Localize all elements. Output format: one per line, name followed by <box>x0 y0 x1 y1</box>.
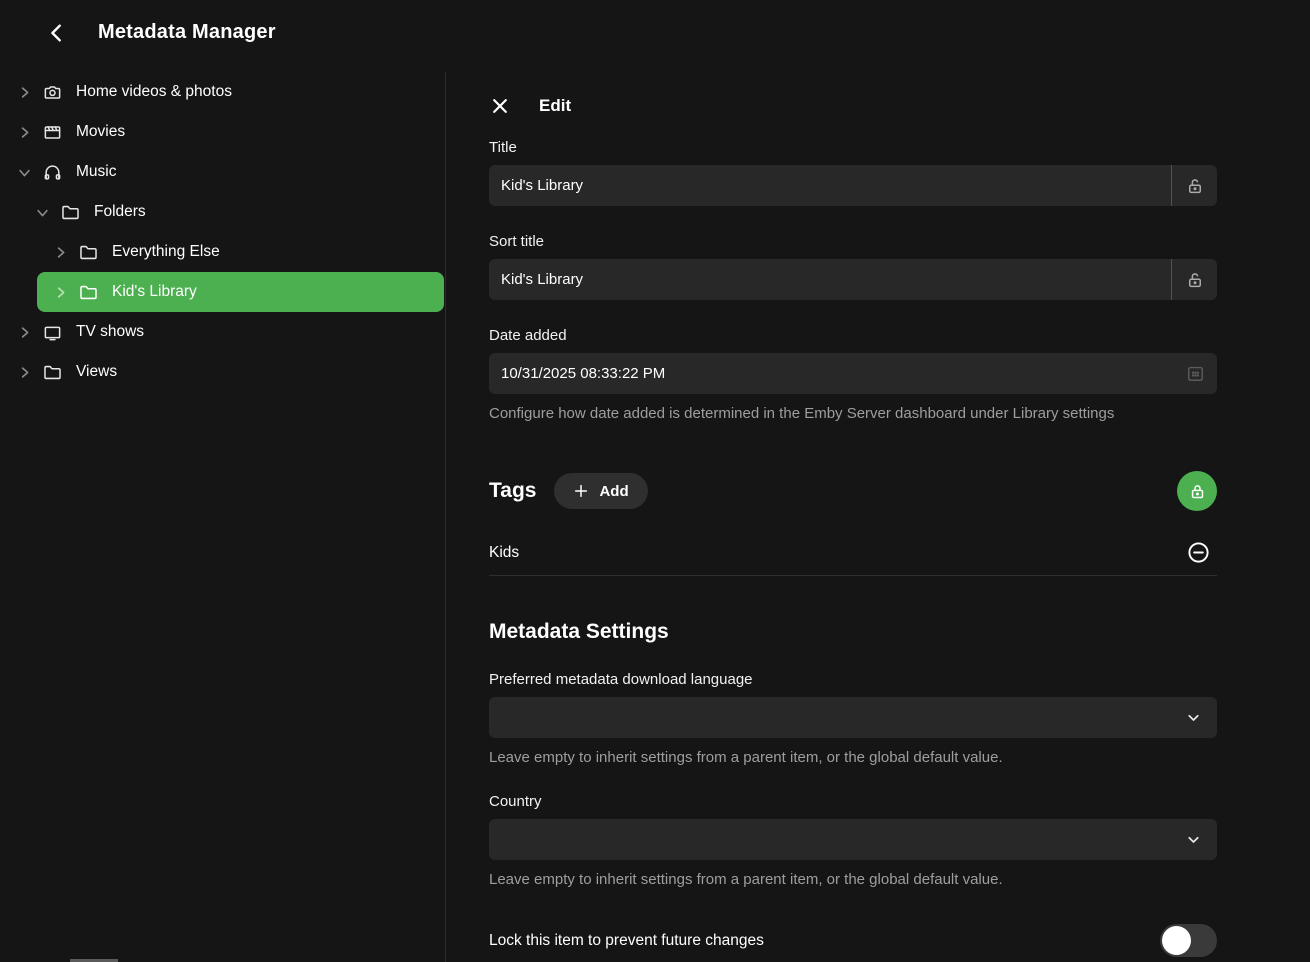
lock-icon <box>1189 483 1206 500</box>
date-added-field-label: Date added <box>489 327 1217 344</box>
plus-icon <box>573 483 589 499</box>
folder-icon <box>79 283 98 302</box>
sidebar-item-label: Music <box>76 163 116 181</box>
close-icon <box>490 96 510 116</box>
country-field-label: Country <box>489 793 1217 810</box>
language-field-label: Preferred metadata download language <box>489 671 1217 688</box>
page-title: Metadata Manager <box>98 21 276 44</box>
edit-panel-title: Edit <box>539 96 571 116</box>
sidebar-item-music[interactable]: Music <box>0 152 445 192</box>
tags-section-header: Tags Add <box>489 471 1217 511</box>
title-input[interactable] <box>489 165 1171 206</box>
title-field-label: Title <box>489 139 1217 156</box>
chevron-left-icon <box>46 22 68 44</box>
sidebar-item-home-videos-photos[interactable]: Home videos & photos <box>0 72 445 112</box>
chevron-right-icon[interactable] <box>16 364 32 380</box>
chevron-right-icon[interactable] <box>16 124 32 140</box>
title-field-group: Title <box>489 139 1217 206</box>
unlock-icon <box>1186 271 1204 289</box>
chevron-right-icon[interactable] <box>16 84 32 100</box>
metadata-settings-heading: Metadata Settings <box>489 620 1217 644</box>
camera-icon <box>43 83 62 102</box>
sidebar-item-movies[interactable]: Movies <box>0 112 445 152</box>
sort-title-field-label: Sort title <box>489 233 1217 250</box>
lock-item-toggle[interactable] <box>1160 924 1217 957</box>
top-header: Metadata Manager <box>0 0 1310 65</box>
sort-title-input-shell <box>489 259 1217 300</box>
language-field-group: Preferred metadata download language Lea… <box>489 671 1217 766</box>
sidebar-item-label: TV shows <box>76 323 144 341</box>
chevron-right-icon[interactable] <box>52 284 68 300</box>
chevron-down-icon <box>1185 831 1202 848</box>
sidebar-item-tv-shows[interactable]: TV shows <box>0 312 445 352</box>
country-field-group: Country Leave empty to inherit settings … <box>489 793 1217 888</box>
library-tree-sidebar: Home videos & photos Movies Music Folder… <box>0 72 446 962</box>
sort-title-input[interactable] <box>489 259 1171 300</box>
remove-tag-button[interactable] <box>1187 541 1210 564</box>
lock-item-label: Lock this item to prevent future changes <box>489 932 764 950</box>
tag-name: Kids <box>489 544 519 562</box>
folder-icon <box>43 363 62 382</box>
chevron-down-icon[interactable] <box>16 164 32 180</box>
close-button[interactable] <box>489 95 511 117</box>
title-lock-button[interactable] <box>1171 165 1217 206</box>
sidebar-item-everything-else[interactable]: Everything Else <box>0 232 445 272</box>
sort-title-field-group: Sort title <box>489 233 1217 300</box>
tags-lock-button[interactable] <box>1177 471 1217 511</box>
chevron-down-icon <box>1185 709 1202 726</box>
sidebar-item-label: Everything Else <box>112 243 220 261</box>
title-input-shell <box>489 165 1217 206</box>
sidebar-item-label: Views <box>76 363 117 381</box>
country-select[interactable] <box>489 819 1217 860</box>
sidebar-item-label: Kid's Library <box>112 283 197 301</box>
sidebar-item-label: Folders <box>94 203 146 221</box>
language-helper-text: Leave empty to inherit settings from a p… <box>489 749 1217 766</box>
add-tag-button[interactable]: Add <box>554 473 647 509</box>
sidebar-item-label: Movies <box>76 123 125 141</box>
clapperboard-icon <box>43 123 62 142</box>
tv-icon <box>43 323 62 342</box>
editor-panel: Edit Title Sort title Date add <box>447 72 1310 962</box>
calendar-icon[interactable] <box>1173 364 1217 383</box>
date-added-field-group: Date added Configure how date added is d… <box>489 327 1217 422</box>
add-tag-button-label: Add <box>599 483 628 500</box>
chevron-right-icon[interactable] <box>16 324 32 340</box>
sidebar-item-views[interactable]: Views <box>0 352 445 392</box>
toggle-knob <box>1162 926 1191 955</box>
date-added-input[interactable] <box>489 353 1173 394</box>
date-added-input-shell <box>489 353 1217 394</box>
unlock-icon <box>1186 177 1204 195</box>
folder-icon <box>79 243 98 262</box>
date-added-helper-text: Configure how date added is determined i… <box>489 405 1217 422</box>
language-select[interactable] <box>489 697 1217 738</box>
back-button[interactable] <box>44 20 70 46</box>
headphones-icon <box>43 163 62 182</box>
country-helper-text: Leave empty to inherit settings from a p… <box>489 871 1217 888</box>
minus-circle-icon <box>1187 541 1210 564</box>
tags-heading: Tags <box>489 479 536 503</box>
folder-icon <box>61 203 80 222</box>
sidebar-item-kids-library[interactable]: Kid's Library <box>37 272 444 312</box>
sidebar-item-label: Home videos & photos <box>76 83 232 101</box>
sidebar-item-folders[interactable]: Folders <box>0 192 445 232</box>
edit-header: Edit <box>489 95 1217 117</box>
chevron-down-icon[interactable] <box>34 204 50 220</box>
lock-item-row: Lock this item to prevent future changes <box>489 924 1217 957</box>
tag-row: Kids <box>489 532 1217 576</box>
chevron-right-icon[interactable] <box>52 244 68 260</box>
sort-title-lock-button[interactable] <box>1171 259 1217 300</box>
